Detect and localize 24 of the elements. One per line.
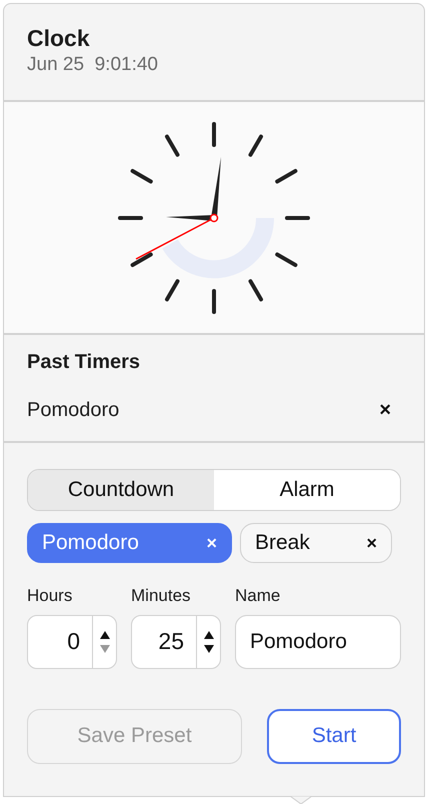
remove-button[interactable]: × — [206, 530, 217, 556]
window-title: Clock — [27, 24, 91, 52]
number-value: 0 — [66, 627, 81, 656]
date-time: Jun 25 9:01:40 — [27, 53, 159, 77]
number-value: 25 — [157, 627, 185, 656]
field-label: Minutes — [131, 585, 192, 607]
mode-tab[interactable]: Countdown — [28, 470, 214, 510]
up-arrow-icon[interactable] — [204, 630, 214, 638]
preset-label: Break — [255, 530, 310, 556]
preset-label: Pomodoro — [42, 530, 139, 556]
remove-button[interactable]: × — [366, 530, 377, 556]
number-stepper[interactable]: 25 — [131, 614, 221, 668]
timer-name: Pomodoro — [27, 398, 120, 423]
start-button[interactable]: Start — [267, 708, 401, 764]
section-title: Past Timers — [27, 350, 142, 375]
number-stepper[interactable]: 0 — [27, 614, 117, 668]
preset-chip[interactable]: Break × — [240, 523, 392, 563]
remove-button[interactable]: × — [379, 395, 391, 425]
preset-chip[interactable]: Pomodoro × — [27, 523, 232, 563]
field-label: Name — [235, 585, 282, 607]
down-arrow-icon[interactable] — [204, 644, 214, 652]
field-label: Hours — [27, 585, 74, 607]
up-arrow-icon[interactable] — [100, 630, 110, 638]
name-field[interactable]: Pomodoro — [235, 614, 401, 668]
